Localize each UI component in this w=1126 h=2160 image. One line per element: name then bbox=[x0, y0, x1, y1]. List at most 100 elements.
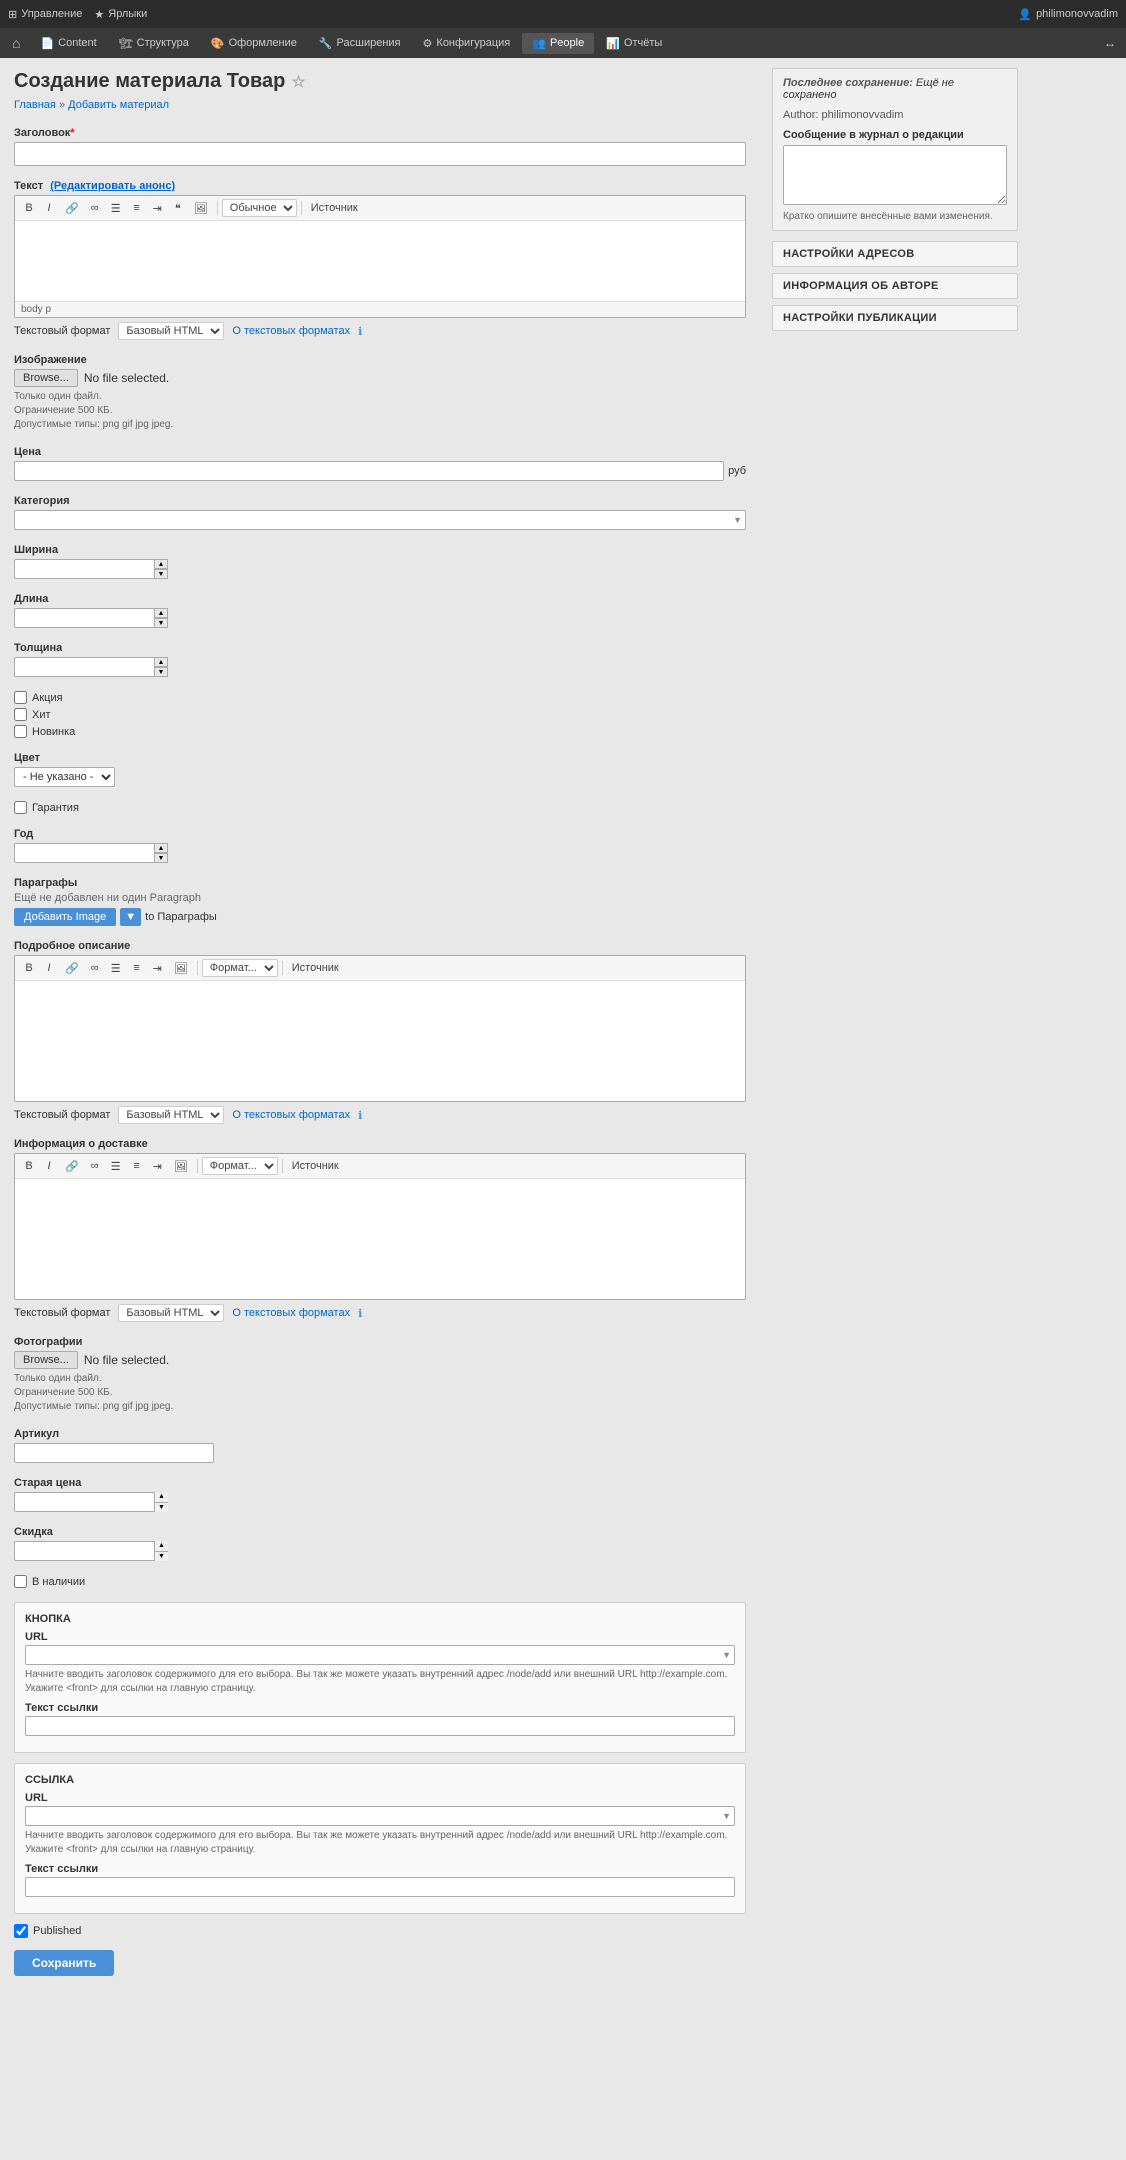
color-select[interactable]: - Не указано - bbox=[14, 767, 115, 787]
delivery-toolbar-bold[interactable]: B bbox=[20, 1158, 38, 1174]
text-format-info-icon[interactable]: ℹ bbox=[358, 325, 362, 338]
breadcrumb-home[interactable]: Главная bbox=[14, 99, 56, 111]
thickness-input[interactable] bbox=[14, 657, 168, 677]
delivery-toolbar-unlink[interactable]: ∞ bbox=[86, 1158, 104, 1174]
title-input[interactable] bbox=[14, 142, 746, 166]
akcia-checkbox[interactable] bbox=[14, 691, 27, 704]
toolbar-link[interactable]: 🔗 bbox=[60, 200, 84, 217]
author-info-header[interactable]: ИНФОРМАЦИЯ ОБ АВТОРЕ bbox=[773, 274, 1017, 298]
delivery-toolbar-indent[interactable]: ⇥ bbox=[148, 1158, 167, 1175]
link-url-input[interactable] bbox=[25, 1806, 735, 1826]
toolbar-indent[interactable]: ⇥ bbox=[148, 200, 167, 217]
delivery-toolbar-format-select[interactable]: Формат... bbox=[202, 1157, 278, 1175]
home-nav-item[interactable]: ⌂ bbox=[4, 31, 28, 55]
published-checkbox[interactable] bbox=[14, 1924, 28, 1938]
edit-anons-link[interactable]: (Редактировать анонс) bbox=[50, 180, 175, 192]
year-spin-up[interactable]: ▲ bbox=[154, 843, 168, 853]
detailed-toolbar-image[interactable]: 🖼 bbox=[169, 960, 193, 977]
article-input[interactable] bbox=[14, 1443, 214, 1463]
add-image-dropdown-btn[interactable]: ▼ bbox=[120, 908, 141, 926]
delivery-toolbar-image[interactable]: 🖼 bbox=[169, 1158, 193, 1175]
category-input[interactable] bbox=[14, 510, 746, 530]
detailed-text-format-link[interactable]: О текстовых форматах bbox=[232, 1109, 350, 1121]
nav-bookmarks[interactable]: ★ Ярлыки bbox=[94, 8, 147, 21]
year-input[interactable] bbox=[14, 843, 168, 863]
toolbar-ul[interactable]: ☰ bbox=[106, 200, 126, 217]
breadcrumb-current[interactable]: Добавить материал bbox=[68, 99, 169, 111]
length-spin-down[interactable]: ▼ bbox=[154, 618, 168, 628]
detailed-toolbar-source[interactable]: Источник bbox=[287, 960, 344, 976]
delivery-toolbar-ol[interactable]: ≡ bbox=[128, 1158, 146, 1174]
nav-people[interactable]: 👥 People bbox=[522, 33, 594, 54]
nav-appearance[interactable]: 🎨 Оформление bbox=[201, 33, 307, 54]
nav-reports[interactable]: 📊 Отчёты bbox=[596, 33, 672, 54]
detailed-toolbar-ol[interactable]: ≡ bbox=[128, 960, 146, 976]
toolbar-ol[interactable]: ≡ bbox=[128, 200, 146, 216]
novinka-checkbox[interactable] bbox=[14, 725, 27, 738]
button-url-input[interactable] bbox=[25, 1645, 735, 1665]
detailed-toolbar-italic[interactable]: I bbox=[40, 960, 58, 976]
photos-browse-btn[interactable]: Browse... bbox=[14, 1351, 78, 1369]
detailed-text-format-info-icon[interactable]: ℹ bbox=[358, 1109, 362, 1122]
year-spin-down[interactable]: ▼ bbox=[154, 853, 168, 863]
width-spin-up[interactable]: ▲ bbox=[154, 559, 168, 569]
delivery-text-format-link[interactable]: О текстовых форматах bbox=[232, 1307, 350, 1319]
text-format-select[interactable]: Базовый HTML bbox=[118, 322, 224, 340]
discount-spin-down[interactable]: ▼ bbox=[155, 1552, 168, 1562]
discount-spin-up[interactable]: ▲ bbox=[155, 1541, 168, 1552]
text-editor-body[interactable] bbox=[15, 221, 745, 301]
length-input[interactable] bbox=[14, 608, 168, 628]
price-input[interactable] bbox=[14, 461, 724, 481]
image-browse-btn[interactable]: Browse... bbox=[14, 369, 78, 387]
detailed-toolbar-link[interactable]: 🔗 bbox=[60, 960, 84, 977]
journal-textarea[interactable] bbox=[783, 145, 1007, 205]
detailed-toolbar-ul[interactable]: ☰ bbox=[106, 960, 126, 977]
width-spin-down[interactable]: ▼ bbox=[154, 569, 168, 579]
delivery-toolbar-ul[interactable]: ☰ bbox=[106, 1158, 126, 1175]
detailed-editor-body[interactable] bbox=[15, 981, 745, 1101]
add-image-btn[interactable]: Добавить Image bbox=[14, 908, 116, 926]
nav-structure[interactable]: 🏗 Структура bbox=[109, 33, 199, 54]
discount-input[interactable] bbox=[14, 1541, 168, 1561]
toolbar-italic[interactable]: I bbox=[40, 200, 58, 216]
thickness-spin-up[interactable]: ▲ bbox=[154, 657, 168, 667]
delivery-text-format-select[interactable]: Базовый HTML bbox=[118, 1304, 224, 1322]
detailed-toolbar-unlink[interactable]: ∞ bbox=[86, 960, 104, 976]
nav-content[interactable]: 📄 Content bbox=[30, 33, 106, 54]
toolbar-format-select[interactable]: Обычное bbox=[222, 199, 297, 217]
delivery-toolbar-source[interactable]: Источник bbox=[287, 1158, 344, 1174]
delivery-editor-body[interactable] bbox=[15, 1179, 745, 1299]
delivery-toolbar-link[interactable]: 🔗 bbox=[60, 1158, 84, 1175]
delivery-text-format-info-icon[interactable]: ℹ bbox=[358, 1307, 362, 1320]
detailed-toolbar-format-select[interactable]: Формат... bbox=[202, 959, 278, 977]
nav-expand[interactable]: ↔ bbox=[1098, 32, 1122, 54]
text-format-link[interactable]: О текстовых форматах bbox=[232, 325, 350, 337]
toolbar-source[interactable]: Источник bbox=[306, 200, 363, 216]
nav-config[interactable]: ⚙ Конфигурация bbox=[413, 33, 521, 54]
toolbar-unlink[interactable]: ∞ bbox=[86, 200, 104, 216]
detailed-text-format-select[interactable]: Базовый HTML bbox=[118, 1106, 224, 1124]
toolbar-bold[interactable]: B bbox=[20, 200, 38, 216]
nav-manage[interactable]: ⊞ Управление bbox=[8, 8, 82, 21]
button-link-text-input[interactable] bbox=[25, 1716, 735, 1736]
address-settings-header[interactable]: НАСТРОЙКИ АДРЕСОВ bbox=[773, 242, 1017, 266]
warranty-checkbox[interactable] bbox=[14, 801, 27, 814]
available-checkbox[interactable] bbox=[14, 1575, 27, 1588]
detailed-toolbar-indent[interactable]: ⇥ bbox=[148, 960, 167, 977]
length-spin-up[interactable]: ▲ bbox=[154, 608, 168, 618]
nav-extensions[interactable]: 🔧 Расширения bbox=[309, 33, 411, 54]
detailed-toolbar-bold[interactable]: B bbox=[20, 960, 38, 976]
save-button[interactable]: Сохранить bbox=[14, 1950, 114, 1976]
link-link-text-input[interactable] bbox=[25, 1877, 735, 1897]
delivery-toolbar-italic[interactable]: I bbox=[40, 1158, 58, 1174]
thickness-spin-down[interactable]: ▼ bbox=[154, 667, 168, 677]
width-input[interactable] bbox=[14, 559, 168, 579]
old-price-spin-up[interactable]: ▲ bbox=[155, 1492, 168, 1503]
hit-checkbox[interactable] bbox=[14, 708, 27, 721]
toolbar-blockquote[interactable]: ❝ bbox=[169, 200, 187, 217]
toolbar-image[interactable]: 🖼 bbox=[189, 200, 213, 217]
old-price-spin-down[interactable]: ▼ bbox=[155, 1503, 168, 1513]
publish-settings-header[interactable]: НАСТРОЙКИ ПУБЛИКАЦИИ bbox=[773, 306, 1017, 330]
old-price-input[interactable] bbox=[14, 1492, 168, 1512]
favorite-icon[interactable]: ☆ bbox=[291, 72, 305, 92]
